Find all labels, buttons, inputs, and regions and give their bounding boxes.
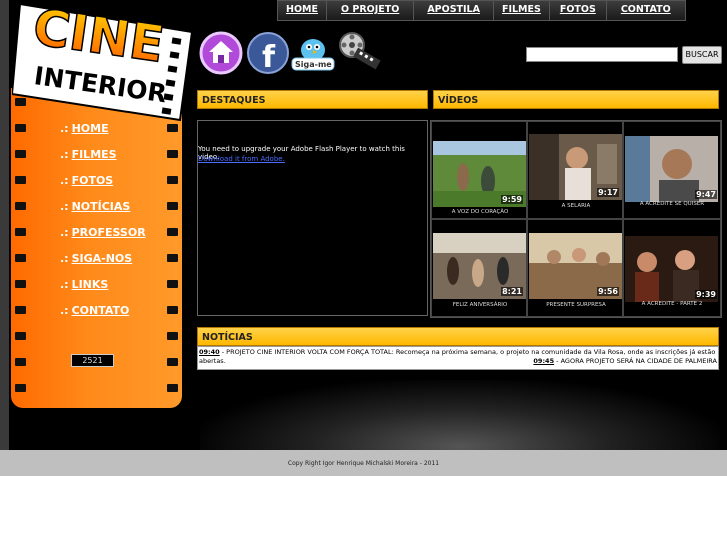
cinema-seats-decoration bbox=[200, 380, 720, 450]
sidebar-item-label[interactable]: FILMES bbox=[72, 148, 117, 161]
video-item[interactable]: 9:56 PRESENTE SURPRESA bbox=[527, 219, 623, 317]
sidebar-item-professor[interactable]: .: PROFESSOR bbox=[60, 226, 146, 252]
sidebar-item-label[interactable]: LINKS bbox=[72, 278, 109, 291]
cine-interior-logo[interactable]: CINE INTERIOR bbox=[12, 2, 194, 122]
sidebar-item-siga-nos[interactable]: .: SIGA-NOS bbox=[60, 252, 146, 278]
film-reel-icon[interactable] bbox=[336, 29, 382, 73]
news-text[interactable]: - AGORA PROJETO SERÁ NA CIDADE DE PALMEI… bbox=[554, 357, 717, 365]
nav-filmes[interactable]: FILMES bbox=[493, 1, 550, 20]
video-item[interactable]: 9:47 A ACREDITE SE QUISER bbox=[623, 121, 721, 219]
video-caption[interactable]: A ACREDITE - PARTE 2 bbox=[624, 301, 720, 307]
videos-header: VÍDEOS bbox=[433, 90, 719, 109]
video-caption[interactable]: PRESENTE SURPRESA bbox=[528, 302, 624, 308]
sidebar-menu: .: HOME .: FILMES .: FOTOS .: NOTÍCIAS .: PRO… bbox=[60, 122, 146, 330]
top-nav: HOME O PROJETO APOSTILA FILMES FOTOS CON… bbox=[277, 0, 686, 21]
twitter-label: Siga-me bbox=[295, 60, 332, 69]
menu-prefix: .: bbox=[60, 148, 69, 161]
sidebar-item-home[interactable]: .: HOME bbox=[60, 122, 146, 148]
nav-home[interactable]: HOME bbox=[278, 1, 327, 20]
film-holes-left bbox=[15, 98, 26, 410]
noticias-header: NOTÍCIAS bbox=[197, 327, 719, 346]
facebook-icon[interactable]: f bbox=[246, 31, 290, 75]
nav-o-projeto[interactable]: O PROJETO bbox=[326, 1, 415, 20]
search-input[interactable] bbox=[526, 47, 678, 62]
sidebar-item-noticias[interactable]: .: NOTÍCIAS bbox=[60, 200, 146, 226]
sidebar-item-label[interactable]: HOME bbox=[72, 122, 109, 135]
footer-copyright: Copy Right Igor Henrique Michalski Morei… bbox=[287, 460, 440, 467]
film-holes-right bbox=[167, 98, 178, 410]
twitter-bird-icon[interactable]: Siga-me bbox=[290, 34, 336, 72]
menu-prefix: .: bbox=[60, 304, 69, 317]
menu-prefix: .: bbox=[60, 278, 69, 291]
video-duration: 9:47 bbox=[695, 190, 717, 199]
menu-prefix: .: bbox=[60, 226, 69, 239]
sidebar-item-links[interactable]: .: LINKS bbox=[60, 278, 146, 304]
video-item[interactable]: 9:59 A VOZ DO CORAÇÃO bbox=[431, 121, 527, 219]
video-duration: 9:56 bbox=[597, 287, 619, 296]
sidebar-item-label[interactable]: SIGA-NOS bbox=[72, 252, 133, 265]
video-caption[interactable]: FELIZ ANIVERSÁRIO bbox=[432, 302, 528, 308]
video-item[interactable]: 9:39 A ACREDITE - PARTE 2 bbox=[623, 219, 721, 317]
menu-prefix: .: bbox=[60, 252, 69, 265]
sidebar-item-label[interactable]: CONTATO bbox=[72, 304, 130, 317]
sidebar-item-filmes[interactable]: .: FILMES bbox=[60, 148, 146, 174]
sidebar-item-label[interactable]: FOTOS bbox=[72, 174, 114, 187]
video-duration: 9:39 bbox=[695, 290, 717, 299]
left-border bbox=[0, 0, 9, 450]
nav-apostila[interactable]: APOSTILA bbox=[414, 1, 494, 20]
visit-counter: 2521 bbox=[71, 354, 114, 367]
menu-prefix: .: bbox=[60, 174, 69, 187]
video-item[interactable]: 8:21 FELIZ ANIVERSÁRIO bbox=[431, 219, 527, 317]
sidebar-item-fotos[interactable]: .: FOTOS bbox=[60, 174, 146, 200]
home-icon[interactable] bbox=[199, 31, 243, 75]
video-duration: 9:17 bbox=[597, 188, 619, 197]
menu-prefix: .: bbox=[60, 200, 69, 213]
menu-prefix: .: bbox=[60, 122, 69, 135]
nav-contato[interactable]: CONTATO bbox=[606, 1, 685, 20]
video-caption[interactable]: A ACREDITE SE QUISER bbox=[624, 201, 720, 207]
flash-download-link[interactable]: Download it from Adobe. bbox=[198, 155, 285, 163]
video-duration: 9:59 bbox=[501, 195, 523, 204]
news-time[interactable]: 09:40 bbox=[199, 348, 220, 356]
news-time[interactable]: 09:45 bbox=[533, 357, 554, 365]
video-caption[interactable]: A SELARIA bbox=[528, 203, 624, 209]
svg-text:f: f bbox=[262, 40, 276, 75]
destaques-header: DESTAQUES bbox=[197, 90, 428, 109]
videos-grid: 9:59 A VOZ DO CORAÇÃO 9:17 A SELARIA 9:4… bbox=[430, 120, 722, 318]
news-item-2[interactable]: 09:45 - AGORA PROJETO SERÁ NA CIDADE DE … bbox=[533, 357, 717, 366]
page-body: HOME O PROJETO APOSTILA FILMES FOTOS CON… bbox=[0, 0, 727, 450]
video-caption[interactable]: A VOZ DO CORAÇÃO bbox=[432, 209, 528, 215]
noticias-ticker: 09:40 - PROJETO CINE INTERIOR VOLTA COM … bbox=[197, 346, 719, 370]
sidebar-item-contato[interactable]: .: CONTATO bbox=[60, 304, 146, 330]
search-button[interactable]: BUSCAR bbox=[682, 46, 722, 64]
sidebar-item-label[interactable]: NOTÍCIAS bbox=[72, 200, 131, 213]
nav-fotos[interactable]: FOTOS bbox=[549, 1, 607, 20]
video-duration: 8:21 bbox=[501, 287, 523, 296]
video-item[interactable]: 9:17 A SELARIA bbox=[527, 121, 623, 219]
sidebar-item-label[interactable]: PROFESSOR bbox=[72, 226, 146, 239]
destaques-video-player[interactable]: You need to upgrade your Adobe Flash Pla… bbox=[197, 120, 428, 316]
